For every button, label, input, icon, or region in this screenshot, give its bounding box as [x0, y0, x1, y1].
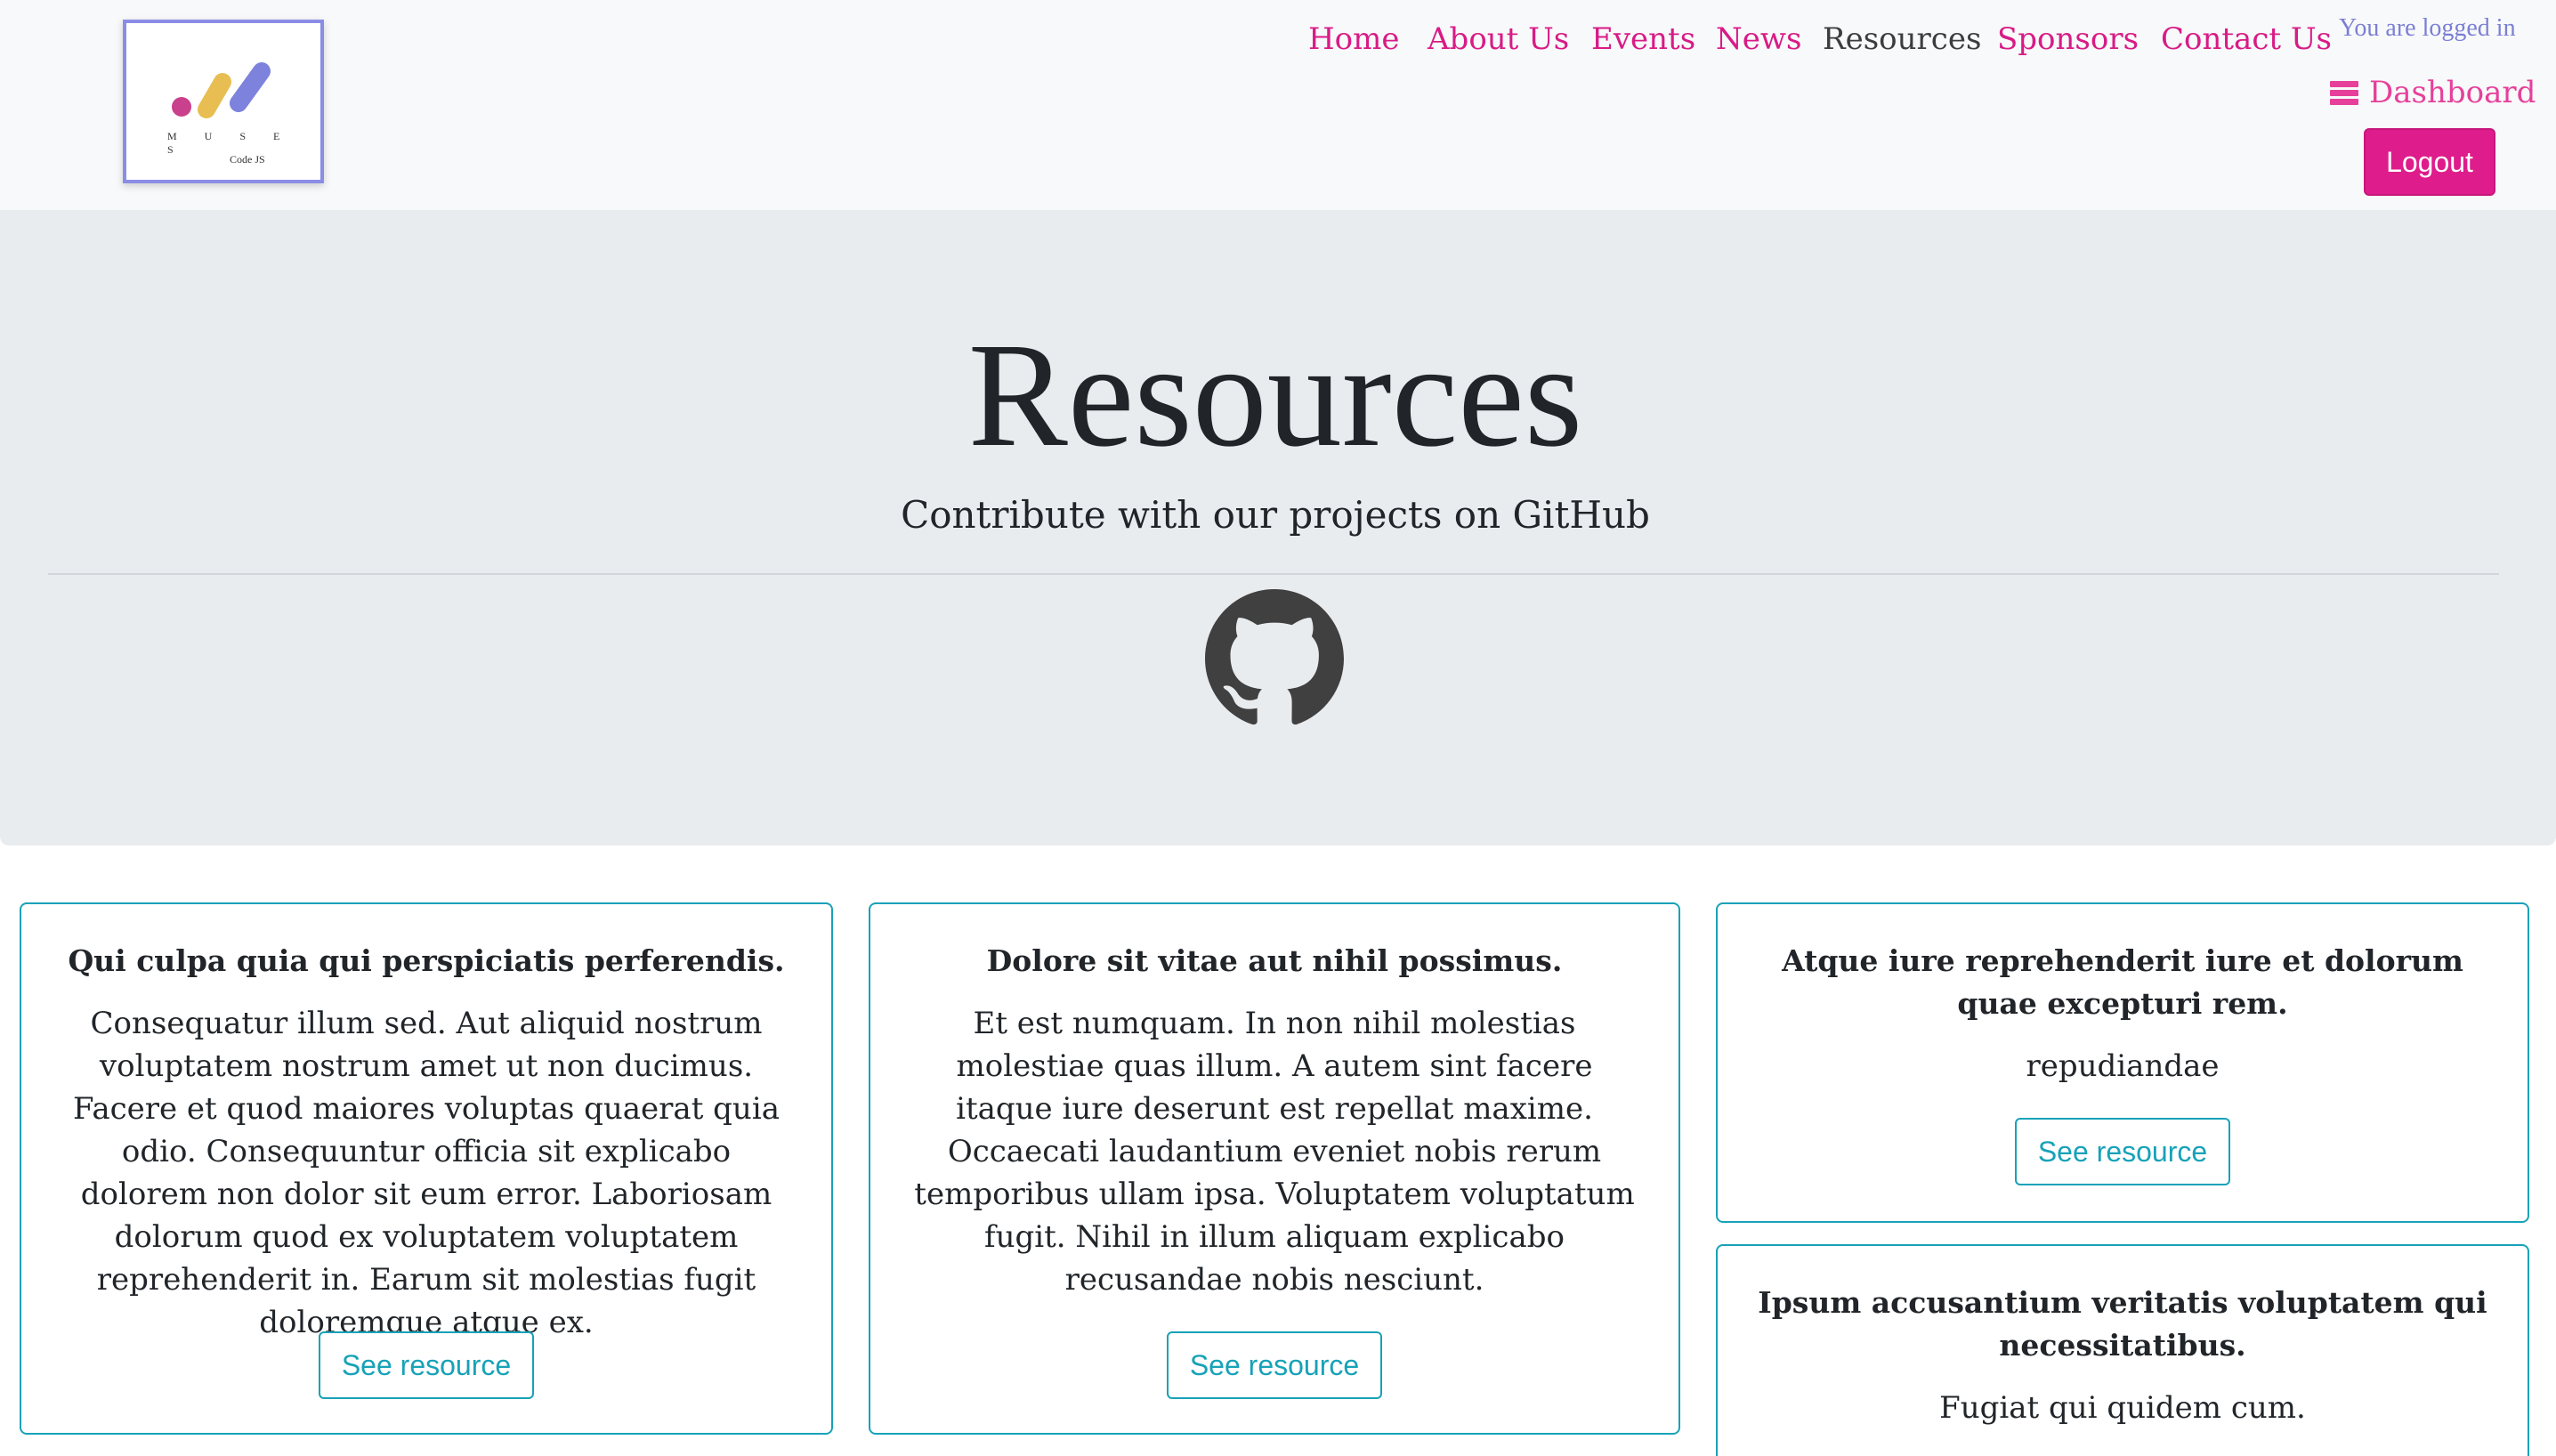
navbar: M U S E S Code JS Home About Us Events N… [0, 0, 2556, 210]
page-subtitle: Contribute with our projects on GitHub [901, 493, 1650, 537]
divider [48, 573, 2499, 575]
nav-home[interactable]: Home [1308, 21, 1399, 57]
database-icon [2330, 81, 2358, 106]
nav-news[interactable]: News [1716, 21, 1801, 57]
dashboard-label: Dashboard [2369, 75, 2536, 110]
nav-about-us[interactable]: About Us [1428, 21, 1569, 57]
nav-events[interactable]: Events [1591, 21, 1695, 57]
card-title: Atque iure reprehenderit iure et dolorum… [1782, 943, 2463, 1021]
github-icon[interactable] [1205, 589, 1344, 728]
card-text: Consequatur illum sed. Aut aliquid nostr… [73, 1006, 780, 1340]
resource-card: Qui culpa quia qui perspiciatis perferen… [20, 902, 833, 1435]
nav-sponsors[interactable]: Sponsors [1997, 21, 2139, 57]
card-text: Fugiat qui quidem cum. [1939, 1390, 2306, 1426]
resource-card: Dolore sit vitae aut nihil possimus. Et … [869, 902, 1680, 1435]
logged-in-status: You are logged in [2339, 14, 2516, 42]
card-title: Dolore sit vitae aut nihil possimus. [986, 943, 1563, 978]
site-logo[interactable]: M U S E S Code JS [123, 20, 324, 183]
resource-card: Ipsum accusantium veritatis voluptatem q… [1716, 1244, 2529, 1456]
card-title: Ipsum accusantium veritatis voluptatem q… [1758, 1285, 2487, 1363]
see-resource-button[interactable]: See resource [2015, 1118, 2230, 1185]
dashboard-link[interactable]: Dashboard [2330, 75, 2536, 110]
card-title: Qui culpa quia qui perspiciatis perferen… [68, 943, 785, 978]
hero-banner: Resources Contribute with our projects o… [0, 210, 2556, 845]
nav-resources[interactable]: Resources [1823, 21, 1981, 57]
see-resource-button[interactable]: See resource [1167, 1331, 1382, 1399]
card-text: repudiandae [2026, 1048, 2220, 1084]
nav-contact-us[interactable]: Contact Us [2161, 21, 2332, 57]
see-resource-button[interactable]: See resource [319, 1331, 534, 1399]
card-text: Et est numquam. In non nihil molestias m… [914, 1006, 1635, 1298]
logo-subtitle: Code JS [230, 153, 265, 166]
resource-card: Atque iure reprehenderit iure et dolorum… [1716, 902, 2529, 1223]
logout-button[interactable]: Logout [2364, 128, 2495, 196]
page-title: Resources [967, 312, 1583, 478]
